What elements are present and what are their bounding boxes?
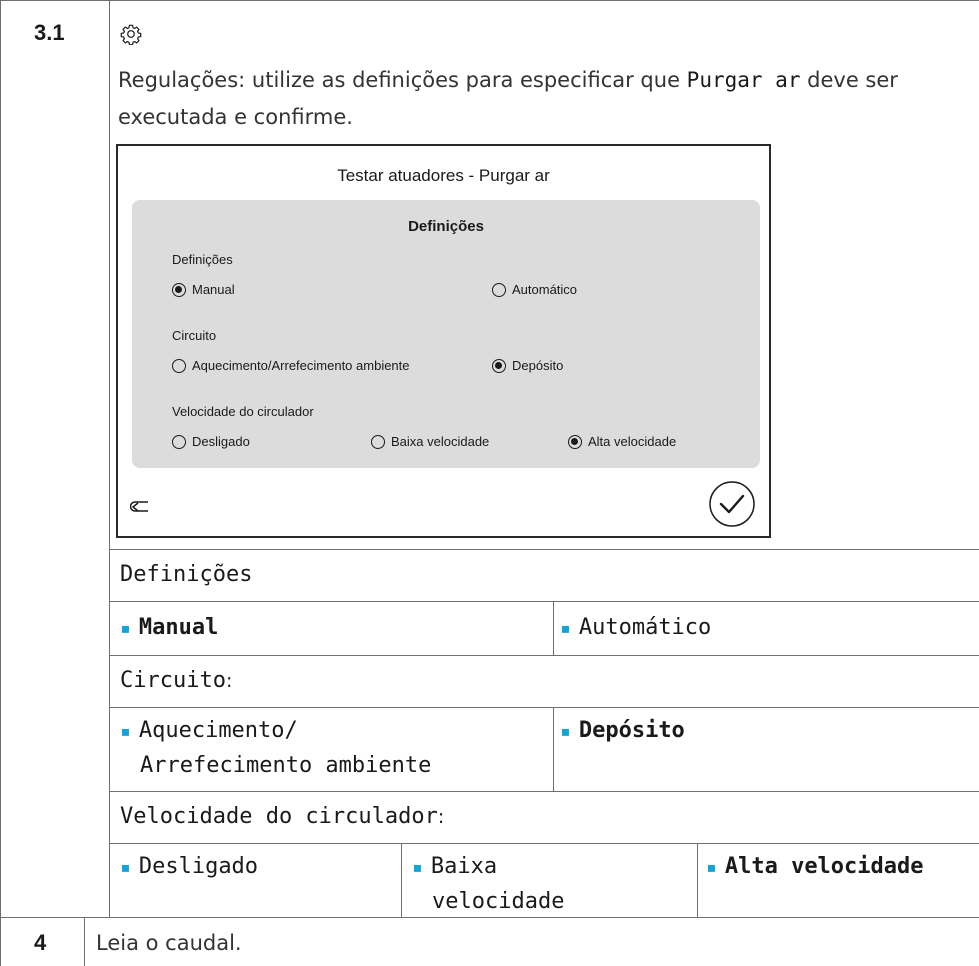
- back-arrow-icon[interactable]: [130, 496, 154, 516]
- step-number: 4: [34, 930, 47, 955]
- device-screen: Testar atuadores - Purgar ar Definições …: [116, 144, 771, 538]
- radio-unselected-icon: [371, 434, 385, 449]
- table-rule: [109, 655, 979, 656]
- radio-label: Aquecimento/Arrefecimento ambiente: [192, 358, 410, 373]
- gear-icon: [120, 24, 142, 45]
- radio-deposito[interactable]: Depósito: [492, 358, 563, 373]
- bullet-icon: ▪: [120, 721, 131, 742]
- group-label-circuito: Circuito: [172, 328, 217, 343]
- option-text: Desligado: [138, 854, 259, 879]
- option-text: Arrefecimento ambiente: [140, 753, 432, 778]
- radio-label: Baixa velocidade: [391, 434, 490, 449]
- table-rule: [109, 549, 979, 550]
- option-text: Depósito: [578, 718, 685, 743]
- radio-unselected-icon: [492, 282, 506, 297]
- radio-manual[interactable]: Manual: [172, 282, 235, 297]
- radio-baixa-velocidade[interactable]: Baixa velocidade: [371, 434, 489, 449]
- table-left-rule: [0, 0, 1, 966]
- radio-label: Automático: [512, 282, 578, 297]
- colon: :: [437, 806, 445, 828]
- step-instruction: Leia o caudal.: [96, 931, 242, 955]
- table-col-divider: [553, 601, 554, 655]
- radio-automatico[interactable]: Automático: [492, 282, 577, 297]
- radio-label: Alta velocidade: [588, 434, 677, 449]
- option-text: Baixa: [430, 854, 498, 879]
- menu-item-reference: Purgar ar: [686, 68, 801, 92]
- bullet-icon: ▪: [560, 721, 571, 742]
- option-text: Automático: [578, 615, 712, 640]
- table-cell-deposito: ▪ Depósito: [560, 714, 685, 749]
- table-cell-aquecimento: ▪ Aquecimento/ Arrefecimento ambiente: [120, 714, 431, 783]
- step-instruction: Regulações: utilize as definições para e…: [118, 62, 973, 136]
- option-text: Aquecimento/: [138, 718, 298, 743]
- table-header-velocidade: Velocidade do circulador:: [120, 800, 444, 834]
- table-rule: [109, 707, 979, 708]
- table-rule: [109, 601, 979, 602]
- table-rule: [109, 843, 979, 844]
- group-label-velocidade: Velocidade do circulador: [172, 404, 314, 419]
- header-text: Circuito: [120, 668, 226, 693]
- table-col-divider: [401, 843, 402, 917]
- radio-alta-velocidade[interactable]: Alta velocidade: [568, 434, 676, 449]
- table-col-divider: [553, 707, 554, 791]
- radio-desligado[interactable]: Desligado: [172, 434, 250, 449]
- header-text: Velocidade do circulador: [120, 804, 438, 829]
- option-text: velocidade: [432, 889, 565, 914]
- colon: :: [225, 670, 233, 692]
- table-col-divider: [697, 843, 698, 917]
- bullet-icon: ▪: [706, 857, 717, 878]
- radio-unselected-icon: [172, 358, 186, 373]
- radio-label: Desligado: [192, 434, 250, 449]
- table-rule: [109, 791, 979, 792]
- radio-selected-icon: [568, 434, 582, 449]
- radio-selected-icon: [492, 358, 506, 373]
- checkmark-circle-icon[interactable]: [708, 480, 756, 528]
- bullet-icon: ▪: [120, 857, 131, 878]
- group-label-definicoes: Definições: [172, 252, 233, 267]
- step-column-divider-lower: [84, 917, 85, 966]
- table-header-circuito: Circuito:: [120, 664, 232, 698]
- option-text: Manual: [138, 615, 219, 640]
- bullet-icon: ▪: [560, 618, 571, 639]
- step-column-divider: [109, 0, 110, 917]
- radio-selected-icon: [172, 282, 186, 297]
- radio-aquecimento[interactable]: Aquecimento/Arrefecimento ambiente: [172, 358, 410, 373]
- table-top-rule: [0, 0, 979, 1]
- step-number: 3.1: [34, 20, 65, 45]
- bullet-icon: ▪: [412, 857, 423, 878]
- settings-panel: Definições Definições Manual Automático …: [132, 200, 760, 468]
- instruction-text: Regulações: utilize as definições para e…: [118, 68, 687, 92]
- table-cell-desligado: ▪ Desligado: [120, 850, 258, 885]
- table-header-definicoes: Definições: [120, 562, 253, 587]
- table-cell-alta-velocidade: ▪ Alta velocidade: [706, 850, 924, 885]
- radio-unselected-icon: [172, 434, 186, 449]
- table-cell-baixa-velocidade: ▪ Baixa velocidade: [412, 850, 564, 919]
- bullet-icon: ▪: [120, 618, 131, 639]
- table-cell-manual: ▪ Manual: [120, 611, 218, 646]
- option-text: Alta velocidade: [724, 854, 924, 879]
- radio-label: Depósito: [512, 358, 564, 373]
- table-cell-automatico: ▪ Automático: [560, 611, 711, 646]
- screen-title: Testar atuadores - Purgar ar: [337, 166, 550, 185]
- panel-title: Definições: [408, 218, 484, 235]
- radio-label: Manual: [192, 282, 235, 297]
